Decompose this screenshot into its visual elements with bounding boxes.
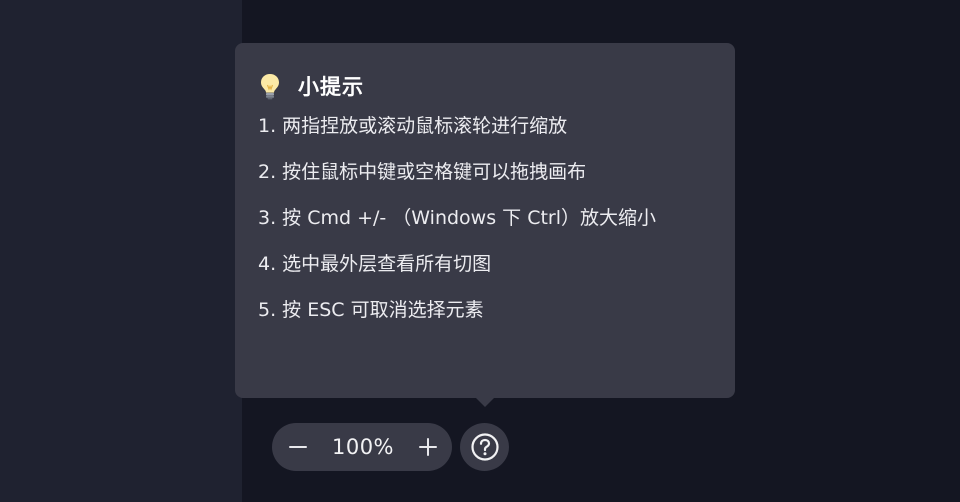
tips-title: 小提示	[298, 75, 364, 99]
zoom-control: 100%	[272, 423, 452, 471]
minus-icon	[289, 446, 307, 448]
plus-icon	[418, 438, 437, 456]
left-panel	[0, 0, 242, 502]
tip-item: 2. 按住鼠标中键或空格键可以拖拽画布	[258, 161, 587, 183]
tip-item: 3. 按 Cmd +/- （Windows 下 Ctrl）放大缩小	[258, 207, 656, 229]
tips-popover: 小提示 1. 两指捏放或滚动鼠标滚轮进行缩放 2. 按住鼠标中键或空格键可以拖拽…	[235, 43, 735, 398]
tips-list: 1. 两指捏放或滚动鼠标滚轮进行缩放 2. 按住鼠标中键或空格键可以拖拽画布 3…	[258, 111, 711, 326]
popover-arrow	[475, 397, 495, 407]
tips-header: 小提示	[258, 69, 711, 103]
tip-item: 1. 两指捏放或滚动鼠标滚轮进行缩放	[258, 115, 568, 137]
help-button[interactable]	[460, 423, 509, 471]
tip-item: 5. 按 ESC 可取消选择元素	[258, 299, 484, 321]
lightbulb-icon	[258, 72, 282, 100]
zoom-out-button[interactable]	[286, 435, 310, 459]
zoom-in-button[interactable]	[416, 435, 440, 459]
question-circle-icon	[470, 433, 499, 461]
zoom-level: 100%	[331, 435, 395, 459]
tip-item: 4. 选中最外层查看所有切图	[258, 253, 492, 275]
